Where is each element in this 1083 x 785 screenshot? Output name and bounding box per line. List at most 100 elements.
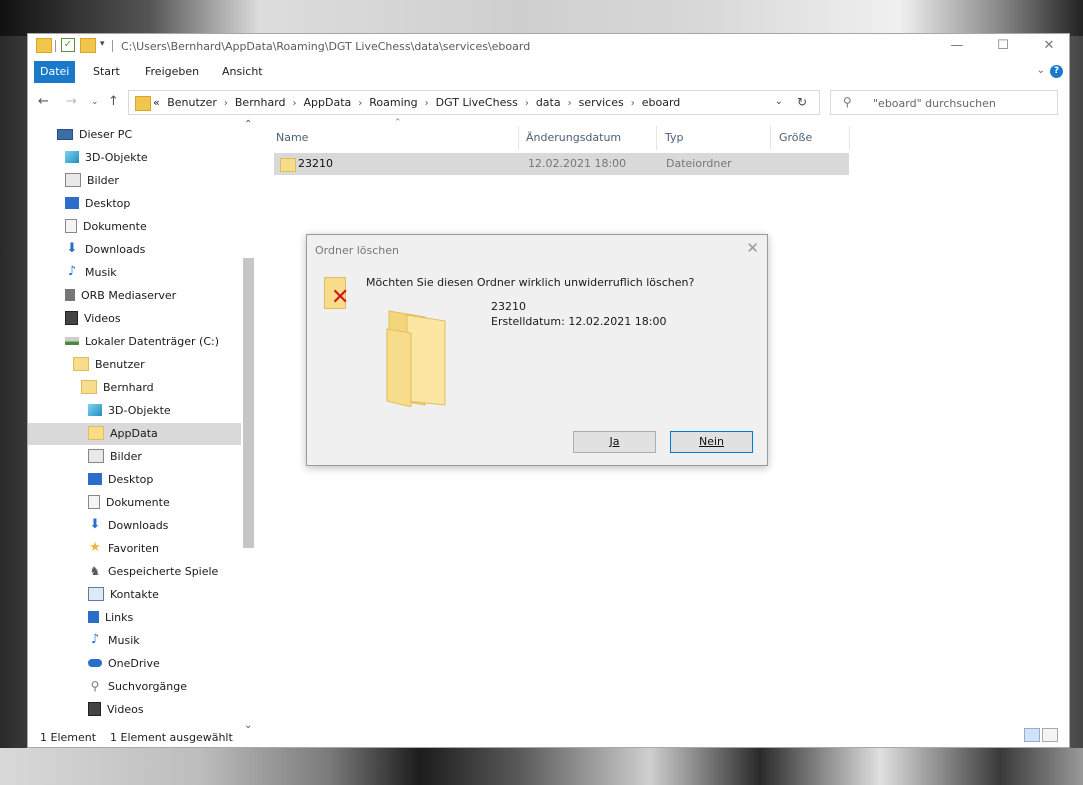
nav-item-appdata[interactable]: AppData	[28, 423, 241, 445]
large-icons-view-icon[interactable]	[1042, 728, 1058, 742]
nav-item-label: Bilder	[87, 174, 119, 187]
breadcrumb-item[interactable]: data	[536, 96, 561, 109]
nav-item-bernhard[interactable]: Bernhard	[81, 377, 154, 399]
search-placeholder: "eboard" durchsuchen	[873, 97, 996, 110]
nav-item-bilder[interactable]: Bilder	[65, 170, 119, 192]
documents-icon	[65, 219, 77, 233]
nav-item-desktop-user[interactable]: Desktop	[88, 469, 153, 491]
chevron-right-icon[interactable]: ›	[224, 98, 228, 109]
nav-item-gespeicherte-spiele[interactable]: ♞ Gespeicherte Spiele	[88, 561, 219, 583]
folder-icon	[81, 380, 97, 394]
nav-item-musik-user[interactable]: ♪ Musik	[88, 630, 140, 652]
nav-item-videos-user[interactable]: Videos	[88, 699, 144, 721]
nav-item-local-drive[interactable]: Lokaler Datenträger (C:)	[65, 331, 219, 353]
nav-item-onedrive[interactable]: OneDrive	[88, 653, 160, 675]
selection-count: 1 Element ausgewählt	[110, 731, 233, 744]
pictures-icon	[88, 449, 104, 463]
details-view-icon[interactable]	[1024, 728, 1040, 742]
contacts-icon	[88, 587, 104, 601]
nav-item-kontakte[interactable]: Kontakte	[88, 584, 159, 606]
nav-item-downloads-user[interactable]: ⬇ Downloads	[88, 515, 169, 537]
folder-icon	[73, 357, 89, 371]
minimize-button[interactable]: —	[934, 34, 980, 61]
nav-item-benutzer[interactable]: Benutzer	[73, 354, 145, 376]
nav-item-label: Bilder	[110, 450, 142, 463]
breadcrumb-item[interactable]: services	[579, 96, 624, 109]
dialog-close-button[interactable]: ✕	[746, 239, 759, 257]
scrollbar-thumb[interactable]	[243, 258, 254, 548]
3d-objects-icon	[65, 151, 79, 163]
close-button[interactable]: ✕	[1026, 34, 1072, 61]
dialog-title: Ordner löschen	[315, 244, 400, 257]
new-folder-icon[interactable]	[80, 38, 96, 53]
address-bar[interactable]: « Benutzer › Bernhard › AppData › Roaming › DGT …	[128, 90, 820, 115]
chevron-right-icon[interactable]: ›	[631, 98, 635, 109]
back-arrow-icon[interactable]: ←	[38, 94, 49, 109]
nav-scrollbar[interactable]: ⌃ ⌄	[241, 119, 256, 731]
maximize-button[interactable]: ☐	[980, 34, 1026, 61]
dialog-folder-name: 23210	[491, 300, 526, 313]
nav-item-label: Downloads	[85, 243, 146, 256]
recent-locations-chevron-icon[interactable]: ⌄	[91, 97, 99, 107]
address-history-dropdown-icon[interactable]: ⌄	[775, 96, 783, 107]
saved-games-icon: ♞	[89, 564, 101, 578]
chevron-right-icon[interactable]: ›	[358, 98, 362, 109]
delete-folder-dialog: Ordner löschen ✕ ✕ Möchten Sie diesen Or…	[306, 234, 768, 466]
refresh-icon[interactable]: ↻	[797, 95, 807, 109]
nav-item-dieser-pc[interactable]: Dieser PC	[57, 124, 132, 146]
tab-datei[interactable]: Datei	[34, 61, 76, 83]
no-button[interactable]: Nein	[670, 431, 753, 453]
nav-item-desktop[interactable]: Desktop	[65, 193, 130, 215]
breadcrumb-item[interactable]: eboard	[642, 96, 681, 109]
breadcrumb-item[interactable]: Benutzer	[167, 96, 217, 109]
properties-check-icon[interactable]: ✓	[61, 38, 75, 52]
yes-button-label: Ja	[609, 435, 620, 448]
up-arrow-icon[interactable]: ↑	[108, 94, 119, 109]
nav-item-suchvorgaenge[interactable]: ⚲ Suchvorgänge	[88, 676, 187, 698]
nav-item-label: AppData	[110, 427, 158, 440]
column-header-type[interactable]: Typ	[665, 126, 684, 150]
customize-toolbar-arrow-icon[interactable]: ▾	[100, 39, 105, 55]
scroll-up-chevron-icon[interactable]: ⌃	[244, 119, 252, 130]
folder-icon	[135, 96, 151, 111]
navigation-bar: ← → ⌄ ↑ « Benutzer › Bernhard › AppData › Roam…	[28, 89, 1069, 117]
nav-item-orb-mediaserver[interactable]: ORB Mediaserver	[65, 285, 176, 307]
breadcrumb-item[interactable]: AppData	[304, 96, 352, 109]
videos-icon	[65, 311, 78, 325]
file-row[interactable]: 23210 12.02.2021 18:00 Dateiordner	[274, 153, 849, 175]
quick-access-folder-icon[interactable]	[36, 38, 52, 53]
expand-ribbon-chevron-icon[interactable]: ⌄	[1037, 65, 1045, 76]
chevron-right-icon[interactable]: ›	[293, 98, 297, 109]
tab-freigeben[interactable]: Freigeben	[139, 61, 205, 83]
cloud-icon	[88, 659, 102, 667]
column-header-size[interactable]: Größe	[779, 126, 812, 150]
nav-item-dokumente-user[interactable]: Dokumente	[88, 492, 170, 514]
nav-item-3d-objekte-user[interactable]: 3D-Objekte	[88, 400, 171, 422]
nav-item-label: Dokumente	[83, 220, 147, 233]
nav-item-musik[interactable]: ♪ Musik	[65, 262, 117, 284]
help-icon[interactable]: ?	[1050, 65, 1063, 78]
column-header-date[interactable]: Änderungsdatum	[526, 126, 621, 150]
chevron-right-icon[interactable]: ›	[425, 98, 429, 109]
nav-item-bilder-user[interactable]: Bilder	[88, 446, 142, 468]
breadcrumb-item[interactable]: DGT LiveChess	[436, 96, 518, 109]
search-box[interactable]: ⚲ "eboard" durchsuchen	[830, 90, 1058, 115]
breadcrumb-item[interactable]: Roaming	[369, 96, 417, 109]
nav-item-links[interactable]: Links	[88, 607, 133, 629]
breadcrumb-overflow[interactable]: «	[153, 96, 160, 109]
nav-item-3d-objekte[interactable]: 3D-Objekte	[65, 147, 148, 169]
nav-item-favoriten[interactable]: ★ Favoriten	[88, 538, 159, 560]
column-header-name[interactable]: Name	[276, 126, 308, 150]
chevron-right-icon[interactable]: ›	[525, 98, 529, 109]
breadcrumb-item[interactable]: Bernhard	[235, 96, 286, 109]
tab-ansicht[interactable]: Ansicht	[216, 61, 269, 83]
nav-item-downloads[interactable]: ⬇ Downloads	[65, 239, 146, 261]
forward-arrow-icon[interactable]: →	[66, 94, 77, 109]
chevron-right-icon[interactable]: ›	[568, 98, 572, 109]
tab-start[interactable]: Start	[87, 61, 126, 83]
nav-item-videos[interactable]: Videos	[65, 308, 121, 330]
divider	[656, 126, 657, 150]
nav-item-dokumente[interactable]: Dokumente	[65, 216, 147, 238]
nav-item-label: Musik	[85, 266, 117, 279]
yes-button[interactable]: Ja	[573, 431, 656, 453]
